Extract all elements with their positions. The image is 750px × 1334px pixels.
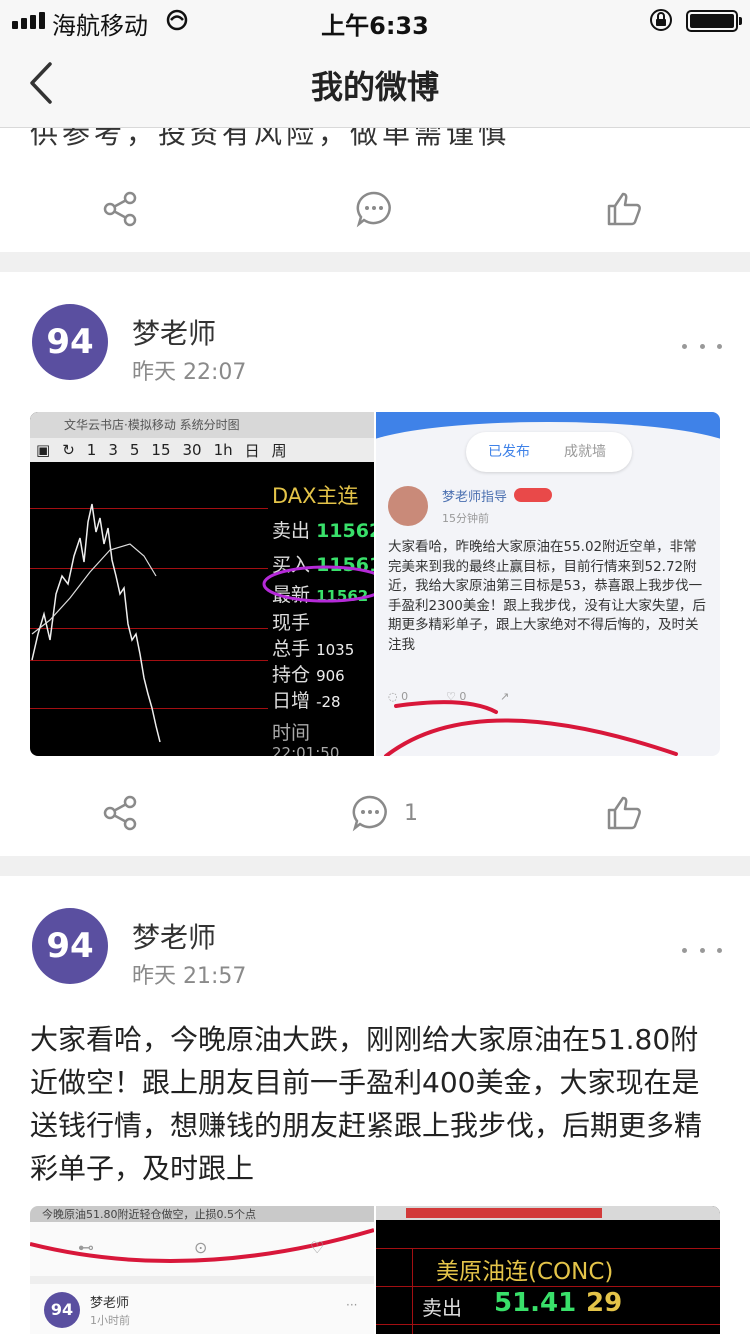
quote-panel: DAX主连 卖出 11562 买入 11561 最新 11562 现手 总手 1… [268, 474, 374, 756]
share-icon [103, 795, 137, 831]
like-button[interactable] [604, 184, 658, 234]
screenshot-avatar: 94 [44, 1292, 80, 1328]
screenshot-time: 15分钟前 [442, 512, 489, 525]
quote-row-qty: 29 [586, 1288, 623, 1318]
annotation-stroke [384, 700, 678, 756]
comment-button[interactable]: 1 [350, 788, 418, 838]
feed-divider [0, 856, 750, 876]
author-name[interactable]: 梦老师 [132, 312, 216, 352]
comment-icon [352, 795, 387, 832]
quote-top-banner [406, 1208, 602, 1218]
screenshot-text: 大家看哈，昨晚给大家原油在55.02附近空单，非常完美来到我的最终止赢目标，目前… [388, 539, 706, 653]
more-options-button[interactable] [682, 336, 722, 356]
more-icon: ··· [346, 1298, 358, 1312]
comment-icon: ⊙ [194, 1238, 208, 1257]
post-image-chart[interactable]: 文华云书店·模拟移动 系统分时图 ▣ ↻ 1 3 5 15 30 1h 日 周 … [30, 412, 374, 756]
screenshot-time: 1小时前 [90, 1314, 130, 1327]
chart-top-strip: 文华云书店·模拟移动 系统分时图 [30, 412, 374, 438]
post-time: 昨天 22:07 [132, 360, 247, 385]
screenshot-tabs: 已发布 成就墙 [466, 432, 632, 472]
screenshot-author: 梦老师 [90, 1296, 130, 1311]
comment-button[interactable] [354, 184, 408, 234]
price-line [31, 503, 161, 743]
quote-row: 时间 [272, 722, 311, 744]
toolbar-item: 1 [86, 441, 97, 459]
thumbs-up-icon [607, 192, 641, 226]
post-image-screenshot[interactable]: 今晚原油51.80附近轻仓做空，止损0.5个点 ⊷ ⊙ ♡ 94 梦老师 1小时… [30, 1206, 374, 1334]
screenshot-author: 梦老师指导 [442, 490, 508, 505]
save-icon: ▣ [36, 441, 51, 459]
author-name[interactable]: 梦老师 [132, 916, 216, 956]
grid-line [376, 1248, 720, 1249]
toolbar-item: 15 [151, 441, 171, 459]
quote-title: 美原油连(CONC) [436, 1259, 614, 1285]
share-icon [103, 191, 137, 227]
like-button[interactable] [604, 788, 644, 838]
post-image-screenshot[interactable]: 已发布 成就墙 梦老师指导 15分钟前 大家看哈，昨晚给大家原油在55.02附近… [376, 412, 720, 756]
grid-line [376, 1286, 720, 1287]
page-title: 我的微博 [310, 68, 439, 106]
quote-row-value: 51.41 [494, 1288, 577, 1318]
quote-row: 日增 -28 [272, 690, 341, 712]
status-bar: 海航移动 上午6:33 [0, 0, 750, 40]
more-options-button[interactable] [682, 940, 722, 960]
vip-badge [514, 488, 552, 502]
post-image-quote[interactable]: 美原油连(CONC) 卖出 51.41 29 [376, 1206, 720, 1334]
post-text: 大家看哈，今晚原油大跌，刚刚给大家原油在51.80附近做空！跟上朋友目前一手盈利… [30, 1023, 703, 1185]
refresh-icon: ↻ [62, 441, 75, 459]
chart-toolbar: ▣ ↻ 1 3 5 15 30 1h 日 周 [30, 438, 374, 462]
quote-row: 总手 1035 [272, 638, 355, 660]
quote-row: 现手 [272, 612, 311, 634]
tab-achievements: 成就墙 [564, 444, 606, 460]
thumbs-up-icon: ♡ [310, 1238, 325, 1257]
toolbar-item: 周 [271, 441, 287, 460]
avatar[interactable]: 94 [32, 304, 108, 380]
quote-title: DAX主连 [272, 484, 359, 508]
avatar[interactable]: 94 [32, 908, 108, 984]
screenshot-avatar [388, 486, 428, 526]
feed-divider [0, 252, 750, 272]
screenshot-divider [30, 1276, 374, 1284]
share-button[interactable] [100, 184, 140, 234]
post-action-bar: 1 [0, 774, 750, 854]
quote-row: 卖出 11562 [272, 520, 374, 542]
toolbar-item: 日 [244, 441, 260, 460]
share-button[interactable] [100, 788, 140, 838]
navigation-bar: 我的微博 [0, 40, 750, 128]
battery-icon [686, 10, 742, 32]
toolbar-item: 3 [108, 441, 118, 459]
thumbs-up-icon [607, 796, 641, 830]
clock: 上午6:33 [321, 12, 429, 40]
post-time: 昨天 21:57 [132, 964, 247, 989]
comment-icon [356, 191, 391, 228]
tab-published: 已发布 [488, 444, 530, 460]
grid-line [412, 1248, 413, 1334]
quote-row: 22:01:50 [272, 744, 340, 756]
comment-count: 1 [404, 800, 418, 826]
quote-row: 持仓 906 [272, 664, 345, 686]
highlight-ellipse [262, 565, 374, 603]
toolbar-item: 5 [129, 441, 140, 459]
toolbar-item: 30 [182, 441, 202, 459]
orientation-lock-icon [650, 9, 672, 31]
share-icon: ⊷ [78, 1238, 94, 1257]
post-action-bar [0, 170, 750, 250]
grid-line [376, 1324, 720, 1325]
toolbar-item: 1h [213, 441, 233, 459]
quote-row-label: 卖出 [422, 1296, 462, 1320]
